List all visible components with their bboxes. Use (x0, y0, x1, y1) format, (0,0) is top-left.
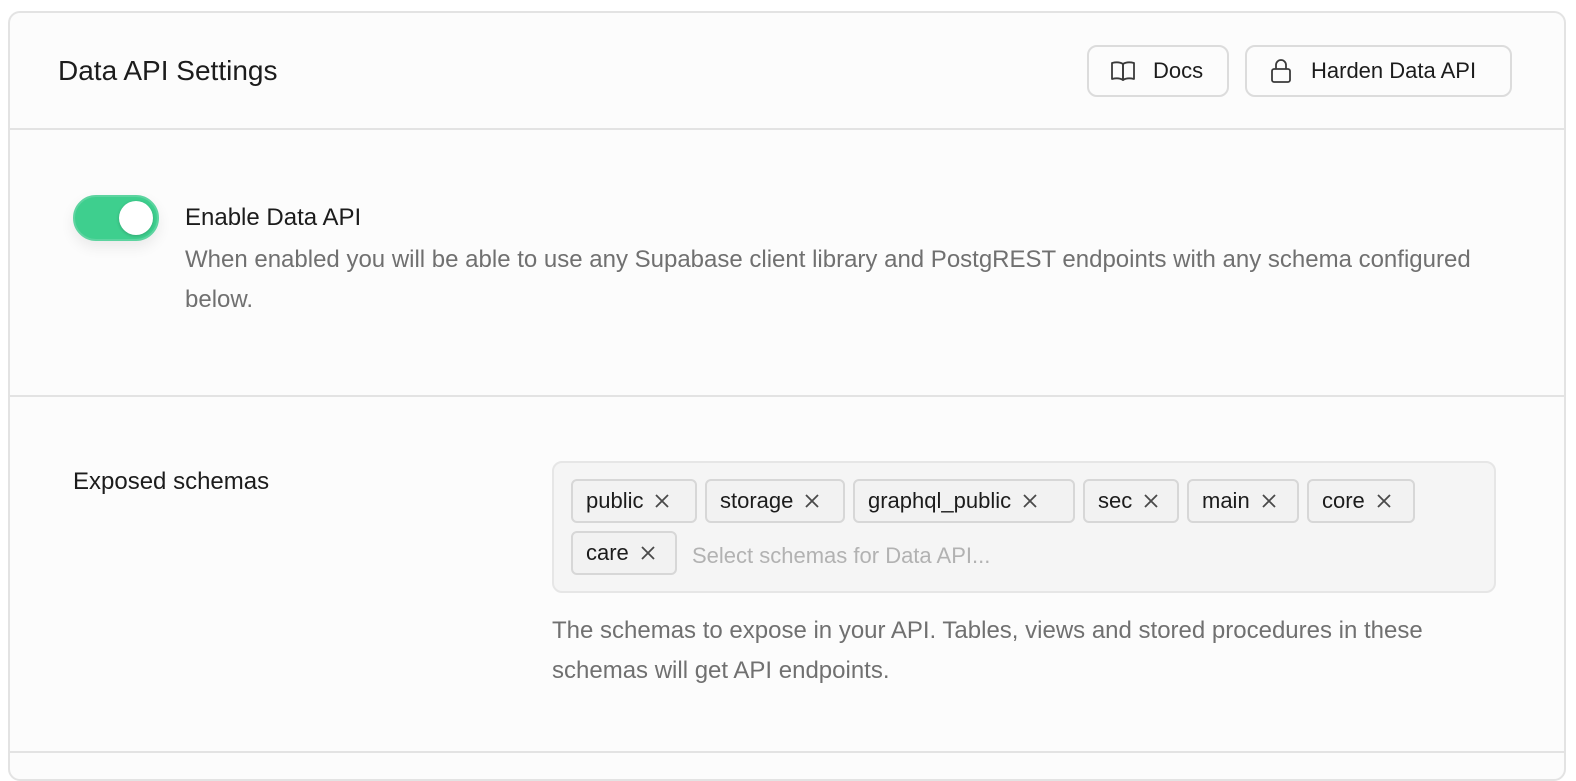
schema-chip-label: graphql_public (868, 488, 1012, 513)
exposed-schemas-section: Exposed schemas public storage graphql_p… (10, 397, 1564, 753)
exposed-schemas-help-text: The schemas to expose in your API. Table… (552, 617, 1423, 684)
schema-chip-core: core (1307, 479, 1415, 523)
schema-chip-storage: storage (705, 479, 845, 523)
schema-chip-label: care (586, 540, 629, 565)
schema-chip-graphql-public: graphql_public (853, 479, 1075, 523)
remove-schema-care-icon[interactable] (639, 544, 657, 562)
enable-data-api-label: Enable Data API (185, 204, 362, 231)
enable-data-api-section: Enable Data API When enabled you will be… (10, 130, 1564, 397)
card-header: Data API Settings Docs Harden Data API (10, 13, 1564, 130)
schema-chip-label: public (586, 488, 644, 513)
enable-data-api-description: When enabled you will be able to use any… (185, 246, 1471, 313)
enable-data-api-toggle[interactable] (73, 195, 159, 241)
remove-schema-graphql-public-icon[interactable] (1021, 492, 1039, 510)
remove-schema-storage-icon[interactable] (803, 492, 821, 510)
schema-chip-label: main (1202, 488, 1250, 513)
data-api-settings-card: Data API Settings Docs Harden Data API E… (8, 11, 1566, 781)
harden-data-api-button-label: Harden Data API (1311, 58, 1477, 83)
harden-data-api-button[interactable]: Harden Data API (1245, 45, 1512, 97)
schema-search-input[interactable] (692, 534, 1472, 578)
docs-button-label: Docs (1153, 58, 1204, 83)
schema-chip-label: sec (1098, 488, 1133, 513)
lock-icon (1267, 57, 1295, 85)
page-title: Data API Settings (58, 55, 278, 86)
schema-chip-care: care (571, 531, 677, 575)
remove-schema-core-icon[interactable] (1375, 492, 1393, 510)
schema-chip-label: storage (720, 488, 794, 513)
remove-schema-sec-icon[interactable] (1142, 492, 1160, 510)
docs-button[interactable]: Docs (1087, 45, 1229, 97)
schema-chip-main: main (1187, 479, 1299, 523)
remove-schema-main-icon[interactable] (1260, 492, 1278, 510)
schema-multiselect[interactable]: public storage graphql_public sec main c… (552, 461, 1496, 593)
toggle-knob (119, 201, 153, 235)
schema-chip-label: core (1322, 488, 1365, 513)
schema-chip-public: public (571, 479, 697, 523)
remove-schema-public-icon[interactable] (653, 492, 671, 510)
exposed-schemas-label: Exposed schemas (73, 468, 270, 495)
book-open-icon (1109, 57, 1137, 85)
schema-chip-sec: sec (1083, 479, 1179, 523)
